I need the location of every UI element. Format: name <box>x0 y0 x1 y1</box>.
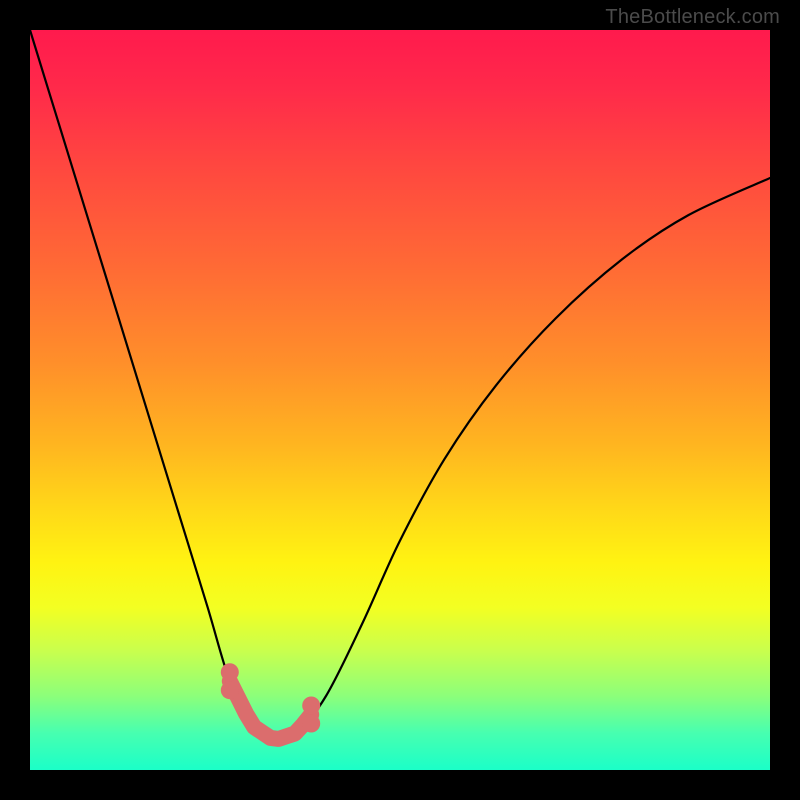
bottleneck-curve <box>30 30 770 741</box>
chart-svg <box>30 30 770 770</box>
highlight-dot <box>302 715 320 733</box>
highlight-dot <box>302 697 320 715</box>
highlight-segment <box>230 681 311 739</box>
plot-area <box>30 30 770 770</box>
outer-frame: TheBottleneck.com <box>0 0 800 800</box>
highlight-dot <box>221 681 239 699</box>
watermark-text: TheBottleneck.com <box>605 6 780 29</box>
highlight-dot <box>221 663 239 681</box>
